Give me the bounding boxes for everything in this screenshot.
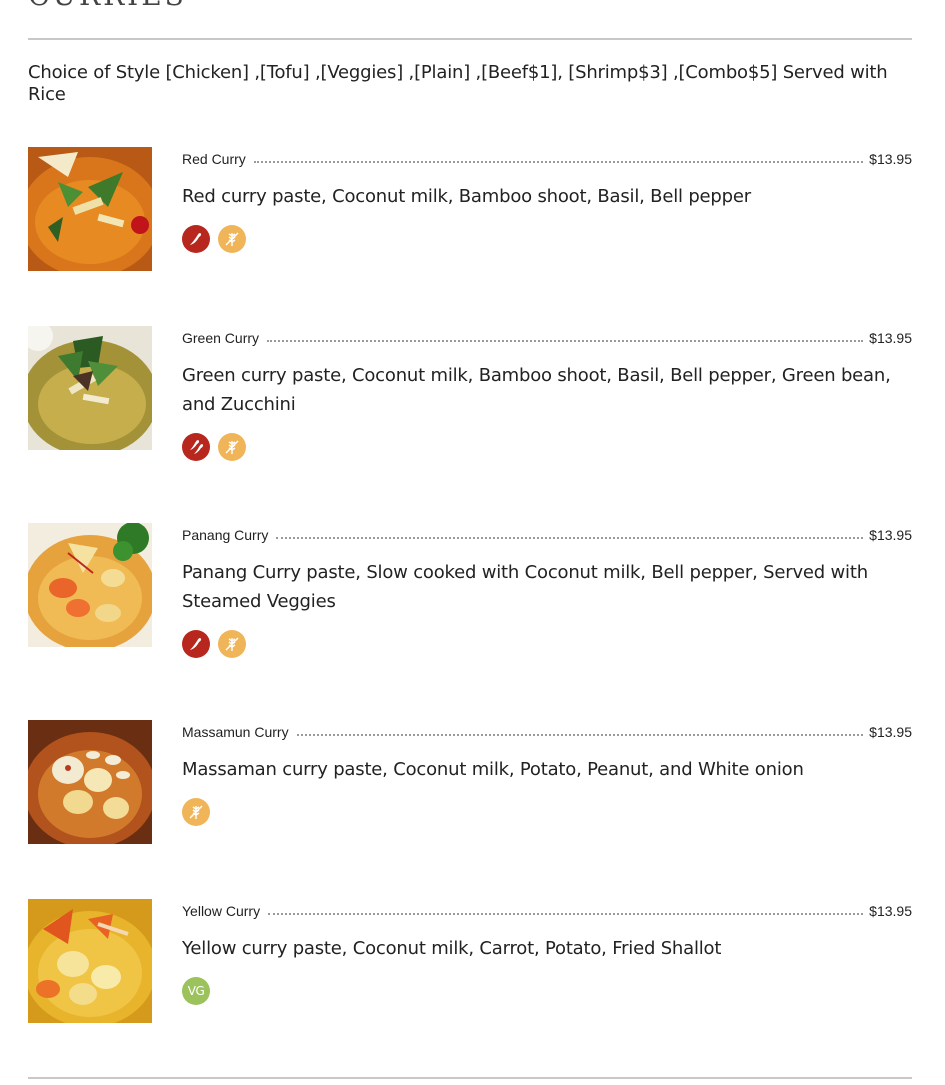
dietary-icons [182, 630, 912, 658]
item-description: Massaman curry paste, Coconut milk, Pota… [182, 759, 804, 780]
item-name-row: Massamun Curry $13.95 [182, 720, 912, 740]
item-name: Red Curry [182, 151, 246, 167]
item-price: $13.95 [869, 724, 912, 740]
leader-dots [267, 340, 864, 342]
dietary-icons: VG [182, 977, 912, 1005]
item-price: $13.95 [869, 903, 912, 919]
item-name: Panang Curry [182, 527, 269, 543]
item-description: Green curry paste, Coconut milk, Bamboo … [182, 365, 891, 415]
item-price: $13.95 [869, 151, 912, 167]
leader-dots [253, 161, 864, 163]
leader-dots [296, 734, 864, 736]
section-intro: Choice of Style [Chicken] ,[Tofu] ,[Vegg… [28, 62, 888, 105]
dish-photo [28, 523, 152, 647]
double-chili-pepper-icon [182, 433, 210, 461]
item-price: $13.95 [869, 527, 912, 543]
gluten-free-icon [218, 225, 246, 253]
section-title: Curries [28, 0, 187, 10]
item-description: Red curry paste, Coconut milk, Bamboo sh… [182, 186, 751, 207]
dish-photo [28, 147, 152, 271]
leader-dots [276, 537, 864, 539]
dish-photo [28, 720, 152, 844]
section-divider-top [28, 38, 912, 40]
item-name: Green Curry [182, 330, 260, 346]
vegan-icon: VG [182, 977, 210, 1005]
gluten-free-icon [182, 798, 210, 826]
item-name-row: Red Curry $13.95 [182, 147, 912, 167]
item-name: Yellow Curry [182, 903, 261, 919]
leader-dots [268, 913, 864, 915]
item-name-row: Green Curry $13.95 [182, 326, 912, 346]
dish-photo [28, 326, 152, 450]
dietary-icons [182, 225, 912, 253]
item-price: $13.95 [869, 330, 912, 346]
dish-photo [28, 899, 152, 1023]
dietary-icons [182, 798, 912, 826]
item-name-row: Yellow Curry $13.95 [182, 899, 912, 919]
chili-pepper-icon [182, 630, 210, 658]
item-description: Panang Curry paste, Slow cooked with Coc… [182, 562, 868, 612]
item-description: Yellow curry paste, Coconut milk, Carrot… [182, 938, 722, 959]
gluten-free-icon [218, 433, 246, 461]
gluten-free-icon [218, 630, 246, 658]
dietary-icons [182, 433, 912, 461]
chili-pepper-icon [182, 225, 210, 253]
section-divider-bottom [28, 1077, 912, 1079]
item-name: Massamun Curry [182, 724, 289, 740]
item-name-row: Panang Curry $13.95 [182, 523, 912, 543]
